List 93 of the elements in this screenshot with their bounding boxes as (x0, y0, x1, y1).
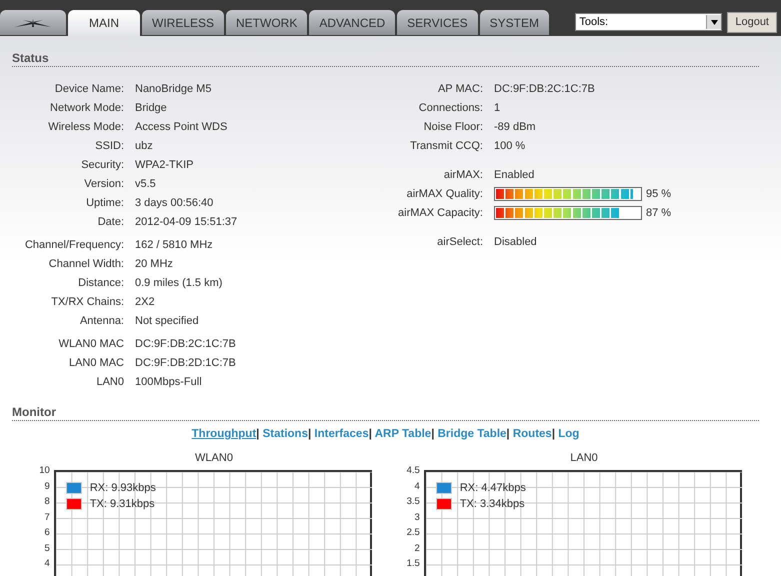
field-label: airMAX Capacity: (397, 206, 484, 218)
field-label: Device Name: (54, 82, 125, 94)
field-value: DC:9F:DB:2D:1C:7B (135, 356, 236, 368)
axis-tick-label: 6 (44, 526, 50, 540)
monitor-link[interactable]: Routes (512, 428, 552, 440)
field-value: v5.5 (135, 178, 156, 190)
axis-tick-label: 8 (44, 495, 50, 509)
axis-tick-label: 9 (44, 480, 50, 494)
link-separator: | (256, 428, 260, 440)
axis-tick-label: 3 (414, 510, 420, 524)
field-label: AP MAC: (436, 82, 484, 94)
nav-tab[interactable]: MAIN (68, 10, 140, 36)
field-label: Antenna: (78, 314, 125, 326)
field-value: Disabled (494, 236, 537, 248)
link-separator: | (552, 428, 556, 440)
field-value: -89 dBm (494, 120, 536, 132)
field-value: NanoBridge M5 (135, 82, 212, 94)
tools-dropdown[interactable]: Tools: (575, 13, 722, 31)
logout-button[interactable]: Logout (727, 12, 777, 32)
field-label: WLAN0 MAC (58, 338, 125, 350)
chart-title: WLAN0 (194, 451, 234, 466)
chart-title: LAN0 (569, 451, 599, 466)
field-label: Channel/Frequency: (24, 238, 125, 250)
field-value: WPA2-TKIP (135, 158, 194, 170)
field-label: Transmit CCQ: (409, 140, 484, 152)
link-separator: | (506, 428, 510, 440)
meter-reading: 87 % (646, 206, 672, 218)
field-value: 0.9 miles (1.5 km) (135, 276, 222, 288)
field-value: ubz (135, 140, 153, 152)
field-label: Distance: (77, 276, 125, 288)
axis-tick-label: 4.5 (406, 464, 420, 478)
legend-label: RX: 4.47kbps (460, 482, 526, 494)
axis-tick-label: 5 (44, 542, 50, 556)
nav-tab[interactable]: ADVANCED (309, 10, 396, 35)
logo-tab[interactable] (0, 10, 66, 35)
field-label: Version: (83, 178, 125, 190)
field-value: 20 MHz (135, 258, 173, 270)
link-separator: | (431, 428, 434, 440)
axis-tick-label: 10 (39, 464, 50, 478)
section-heading: Status (12, 36, 759, 67)
field-value: 1 (494, 102, 500, 114)
field-value: 100Mbps-Full (135, 376, 202, 388)
monitor-link[interactable]: Bridge Table (438, 428, 506, 440)
field-value: Not specified (135, 314, 199, 326)
link-separator: | (368, 428, 372, 440)
section-heading: Monitor (12, 392, 759, 421)
field-label: airMAX: (442, 168, 484, 180)
field-label: airMAX Quality: (406, 188, 484, 200)
field-label: Uptime: (85, 196, 125, 208)
field-label: TX/RX Chains: (50, 296, 125, 308)
axis-tick-label: 4 (44, 557, 50, 571)
field-value: DC:9F:DB:2C:1C:7B (494, 82, 595, 94)
monitor-link[interactable]: ARP Table (374, 428, 432, 440)
monitor-link[interactable]: Interfaces (314, 428, 369, 440)
axis-tick-label: 2.5 (406, 526, 420, 540)
axis-tick-label: 2 (414, 542, 420, 556)
field-value: Bridge (135, 102, 167, 114)
field-label: SSID: (94, 140, 125, 152)
monitor-link[interactable]: Log (558, 428, 580, 440)
field-label: Noise Floor: (422, 120, 484, 132)
field-label: airSelect: (436, 236, 484, 248)
axis-tick-label: 7 (44, 510, 50, 524)
field-label: Wireless Mode: (47, 120, 125, 132)
field-label: LAN0 MAC (68, 356, 125, 368)
field-value: DC:9F:DB:2C:1C:7B (135, 338, 236, 350)
field-value: 100 % (494, 140, 526, 152)
field-label: Channel Width: (48, 258, 125, 270)
nav-tab[interactable]: SERVICES (397, 10, 478, 35)
field-label: Connections: (418, 102, 484, 114)
link-separator: | (308, 428, 312, 440)
legend-label: TX: 9.31kbps (90, 498, 155, 510)
field-value: Enabled (494, 168, 534, 180)
axis-tick-label: 4 (414, 480, 420, 494)
field-value: 162 / 5810 MHz (135, 238, 213, 250)
field-value: 3 days 00:56:40 (135, 196, 214, 208)
nav-tab[interactable]: NETWORK (226, 10, 308, 35)
field-value: 2X2 (135, 296, 155, 308)
nav-tab[interactable]: SYSTEM (480, 10, 549, 35)
axis-tick-label: 1.5 (406, 557, 420, 571)
meter-reading: 95 % (646, 188, 672, 200)
monitor-link[interactable]: Throughput (192, 428, 256, 440)
field-label: Network Mode: (49, 102, 125, 114)
field-value: 2012-04-09 15:51:37 (135, 216, 238, 228)
legend-label: RX: 9.93kbps (90, 482, 156, 494)
field-value: Access Point WDS (135, 120, 228, 132)
axis-tick-label: 3.5 (406, 495, 420, 509)
field-label: Security: (80, 158, 125, 170)
legend-label: TX: 3.34kbps (460, 498, 525, 510)
monitor-link[interactable]: Stations (262, 428, 308, 440)
field-label: Date: (96, 216, 125, 228)
nav-tab[interactable]: WIRELESS (142, 10, 224, 35)
field-label: LAN0 (95, 376, 125, 388)
antenna-logo-icon (13, 18, 53, 28)
